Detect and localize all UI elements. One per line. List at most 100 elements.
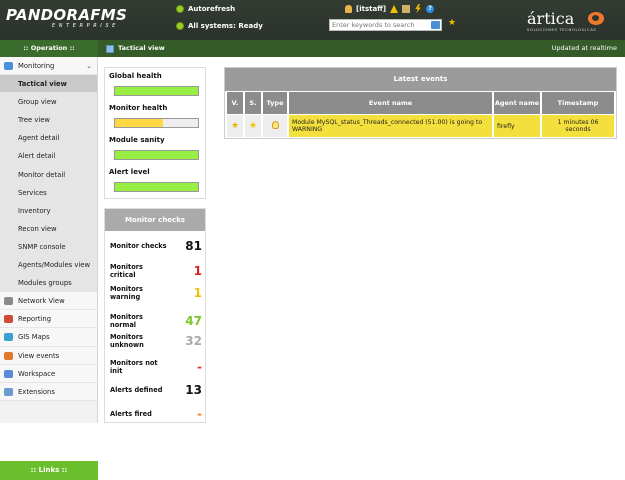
monitor-value[interactable]: - [197,360,202,374]
event-timestamp-cell: 1 minutes 06 seconds [542,115,614,137]
sidebar-item-label: View events [18,351,60,360]
chevron-down-icon[interactable]: ⌄ [86,57,92,75]
monitor-label: Monitors warning [110,285,143,301]
sidebar-item-network-view[interactable]: Network View [0,292,97,311]
event-status-cell: ★ [245,115,261,137]
health-panel: Global health Monitor health Module sanity… [104,67,206,199]
monitor-label: Monitors normal [110,313,143,329]
favorite-star-icon[interactable]: ★ [448,18,456,28]
monitor-row: Monitors warning 1 [110,285,202,301]
monitor-checks-title: Monitor checks [105,209,205,231]
health-bar [114,86,199,96]
col-header-type: Type [263,92,287,114]
extensions-icon [4,387,13,396]
sidebar-item-snmp-console[interactable]: SNMP console [0,237,97,257]
sidebar-item-label: GIS Maps [18,333,50,342]
warning-icon[interactable] [390,4,399,13]
monitor-label: Monitor checks [110,242,167,250]
health-bar [114,118,199,128]
systems-status-label: All systems: Ready [188,22,263,30]
event-validate-cell[interactable]: ★ [227,115,243,137]
monitor-value[interactable]: 1 [194,264,202,278]
monitor-row: Alerts defined 13 [110,383,202,397]
monitor-value[interactable]: 13 [185,383,202,397]
sidebar-item-alert-detail[interactable]: Alert detail [0,147,97,166]
sidebar-item-modules-groups[interactable]: Modules groups [0,274,97,293]
sidebar-item-label: Reporting [18,315,52,324]
validate-star-icon[interactable]: ★ [231,121,239,131]
artica-name: ártica [527,9,575,28]
links-menu-title[interactable]: :: Links :: [0,461,98,480]
health-label: Alert level [109,168,150,176]
sidebar-item-monitoring[interactable]: Monitoring ⌄ [0,57,97,76]
sidebar-item-tactical-view[interactable]: Tactical view [0,75,97,94]
autorefresh-icon [176,5,184,13]
monitor-value[interactable]: 32 [185,334,202,348]
monitor-label: Monitors unknown [110,333,144,349]
sidebar-item-view-events[interactable]: View events [0,346,97,365]
monitor-row: Monitors unknown 32 [110,333,202,349]
events-header-row: V. S. Type Event name Agent name Timesta… [227,92,614,114]
user-name[interactable]: [itstaff] [356,5,386,13]
sidebar-item-tree-view[interactable]: Tree view [0,111,97,130]
event-name-cell[interactable]: Module MySQL_status_Threads_connected (5… [289,115,492,137]
user-icon [345,4,352,13]
sidebar-item-recon-view[interactable]: Recon view [0,219,97,238]
brand-sub: ENTERPRISE [52,23,119,29]
sidebar-item-reporting[interactable]: Reporting [0,310,97,329]
monitor-value[interactable]: 47 [185,314,202,328]
artica-logo-text: ártica SOLUCIONES TECNOLÓGICAS [527,9,596,33]
sidebar-item-label: Group view [18,98,57,107]
pandora-logo[interactable]: PANDORAFMS ENTERPRISE [6,8,127,30]
monitor-label: Monitors critical [110,263,143,279]
health-label: Global health [109,72,162,80]
sidebar-item-workspace[interactable]: Workspace [0,364,97,383]
sidebar-item-extensions[interactable]: Extensions [0,382,97,401]
search-box [329,19,442,31]
autorefresh-link[interactable]: Autorefresh [176,5,235,13]
autorefresh-label: Autorefresh [188,5,236,13]
health-bar [114,150,199,160]
header: PANDORAFMS ENTERPRISE Autorefresh All sy… [0,0,625,40]
sidebar-item-monitor-detail[interactable]: Monitor detail [0,165,97,184]
latest-events-title: Latest events [225,68,616,91]
sidebar-item-agent-detail[interactable]: Agent detail [0,129,97,148]
search-icon[interactable] [431,21,440,29]
events-icon [4,351,13,360]
messages-icon[interactable] [402,4,411,13]
event-row[interactable]: ★ ★ Module MySQL_status_Threads_connecte… [227,115,614,137]
sidebar-item-agents-modules-view[interactable]: Agents/Modules view [0,256,97,275]
sidebar-item-services[interactable]: Services [0,183,97,202]
monitor-value[interactable]: 1 [194,286,202,300]
sidebar-item-label: Alert detail [18,152,56,161]
help-icon[interactable]: ? [426,4,435,13]
sidebar-item-label: Tactical view [18,80,67,89]
sidebar-item-gis-maps[interactable]: GIS Maps [0,328,97,347]
health-label: Monitor health [109,104,168,112]
monitor-row: Alerts fired - [110,407,202,421]
bolt-icon[interactable] [415,4,421,13]
col-header-event-name: Event name [289,92,492,114]
sidebar-item-group-view[interactable]: Group view [0,93,97,112]
top-bar: :: Operation :: Tactical view Updated at… [0,40,625,57]
sidebar-item-label: Extensions [18,387,55,396]
page-title-label: Tactical view [118,44,165,52]
event-agent-cell[interactable]: firefly [494,115,540,137]
sidebar-item-label: Agents/Modules view [18,261,91,270]
health-label: Module sanity [109,136,165,144]
reporting-icon [4,315,13,324]
health-bar-fill [115,119,164,127]
monitoring-icon [4,62,13,70]
systems-status[interactable]: All systems: Ready [176,22,263,30]
monitor-row: Monitors normal 47 [110,313,202,329]
monitor-value[interactable]: - [197,407,202,421]
sidebar-item-label: Recon view [18,224,57,233]
health-bar [114,182,199,192]
monitor-value[interactable]: 81 [185,239,202,253]
network-icon [4,297,13,306]
operation-menu-title[interactable]: :: Operation :: [0,40,98,57]
sidebar-item-label: Modules groups [18,279,72,288]
monitor-label: Alerts fired [110,410,152,418]
sidebar-item-inventory[interactable]: Inventory [0,201,97,220]
search-input[interactable] [330,20,430,30]
